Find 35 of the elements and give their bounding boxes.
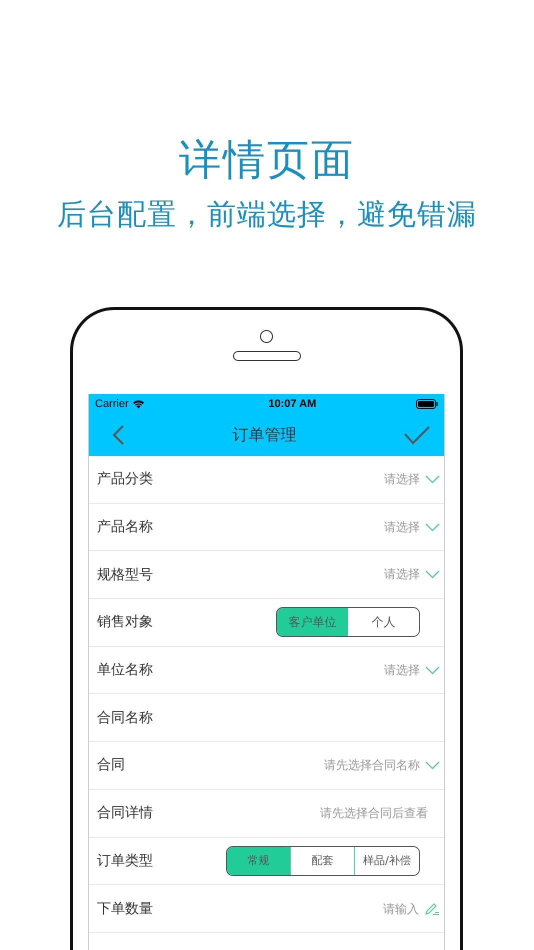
select-placeholder[interactable]: 请选择 [384, 518, 420, 536]
chevron-down-icon[interactable] [425, 666, 440, 675]
camera-icon [260, 330, 273, 343]
subheadline: 后台配置，前端选择，避免错漏 [56, 196, 478, 233]
select-placeholder[interactable]: 请选择 [384, 470, 420, 488]
status-time: 10:07 AM [268, 398, 316, 410]
segment-option[interactable]: 常规 [227, 846, 291, 875]
field-label: 合同详情 [97, 804, 153, 822]
chevron-down-icon[interactable] [425, 570, 440, 580]
back-icon[interactable] [111, 424, 125, 446]
field-label: 规格型号 [97, 566, 153, 584]
battery-icon [416, 399, 438, 409]
segment-option[interactable]: 客户单位 [277, 608, 348, 636]
chevron-down-icon[interactable] [425, 760, 440, 770]
field-label: 合同名称 [97, 708, 153, 727]
field-label: 单位名称 [97, 661, 153, 680]
select-placeholder[interactable]: 请先选择合同名称 [324, 756, 420, 774]
check-icon[interactable] [404, 425, 430, 445]
field-label: 订单类型 [97, 852, 153, 870]
chevron-down-icon[interactable] [425, 474, 440, 484]
nav-title: 订单管理 [232, 424, 296, 446]
field-label: 产品名称 [97, 518, 153, 536]
carrier-label: Carrier [95, 398, 129, 410]
field-label: 产品分类 [97, 470, 153, 488]
pencil-icon [424, 902, 440, 916]
select-placeholder[interactable]: 请选择 [384, 662, 420, 679]
field-label: 下单数量 [97, 900, 153, 918]
select-placeholder[interactable]: 请选择 [384, 566, 420, 584]
chevron-down-icon[interactable] [425, 522, 440, 532]
speaker-icon [232, 351, 300, 361]
field-label: 销售对象 [97, 613, 153, 632]
field-label: 合同 [97, 756, 125, 774]
headline: 详情页面 [178, 134, 356, 186]
hint-text: 请先选择合同后查看 [320, 804, 428, 822]
wifi-icon [132, 399, 145, 409]
